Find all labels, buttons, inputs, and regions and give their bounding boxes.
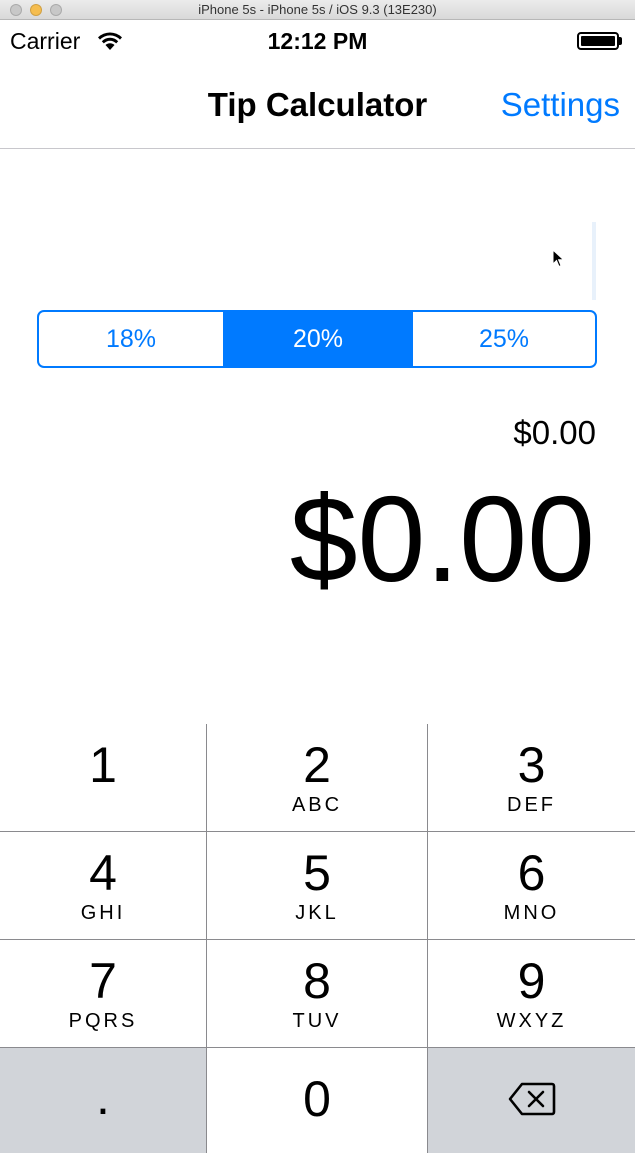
- tip-segment-18[interactable]: 18%: [39, 312, 223, 366]
- mouse-pointer-icon: [552, 249, 565, 268]
- key-letters: GHI: [80, 902, 126, 924]
- key-digit: 4: [89, 845, 117, 901]
- key-letters: PQRS: [68, 1010, 138, 1032]
- status-bar: Carrier 12:12 PM: [0, 20, 635, 62]
- total-amount-label: $0.00: [289, 471, 595, 607]
- key-digit: 8: [303, 953, 331, 1009]
- key-6[interactable]: 6 MNO: [428, 832, 635, 940]
- navigation-bar: Tip Calculator Settings: [0, 62, 635, 149]
- bill-amount-field[interactable]: [38, 222, 598, 302]
- status-time: 12:12 PM: [267, 28, 368, 54]
- battery-icon: [577, 32, 623, 50]
- key-9[interactable]: 9 WXYZ: [428, 940, 635, 1048]
- tip-amount-label: $0.00: [513, 414, 596, 451]
- tip-segment-25[interactable]: 25%: [411, 312, 595, 366]
- key-digit: 3: [517, 737, 546, 793]
- key-digit: 7: [89, 953, 117, 1009]
- key-digit: 0: [303, 1070, 331, 1127]
- key-delete[interactable]: [428, 1048, 635, 1153]
- key-digit: 1: [89, 737, 117, 793]
- key-5[interactable]: 5 JKL: [207, 832, 428, 940]
- key-letters: MNO: [503, 902, 560, 924]
- key-digit: 6: [517, 845, 546, 901]
- backspace-icon: [508, 1082, 555, 1115]
- settings-button[interactable]: Settings: [501, 86, 620, 124]
- numeric-keypad: 1 2 ABC 3 DEF 4 GHI 5 JKL 6 MNO 7 PQRS 8…: [0, 724, 635, 1153]
- key-letters: ABC: [291, 794, 343, 816]
- key-2[interactable]: 2 ABC: [207, 724, 428, 832]
- key-decimal[interactable]: .: [0, 1048, 207, 1153]
- key-letters: JKL: [295, 902, 339, 924]
- tip-segment-20[interactable]: 20%: [223, 312, 411, 366]
- text-caret: [592, 222, 596, 300]
- key-decimal-label: .: [96, 1068, 110, 1125]
- key-3[interactable]: 3 DEF: [428, 724, 635, 832]
- key-7[interactable]: 7 PQRS: [0, 940, 207, 1048]
- key-0[interactable]: 0: [207, 1048, 428, 1153]
- key-digit: 9: [517, 953, 546, 1009]
- simulator-title-bar: iPhone 5s - iPhone 5s / iOS 9.3 (13E230): [0, 0, 635, 20]
- key-digit: 2: [303, 737, 331, 793]
- key-8[interactable]: 8 TUV: [207, 940, 428, 1048]
- key-letters: WXYZ: [496, 1010, 567, 1032]
- key-letters: DEF: [507, 794, 556, 816]
- key-digit: 5: [303, 845, 331, 901]
- key-letters: TUV: [292, 1010, 342, 1032]
- tip-percentage-control: 18% 20% 25%: [37, 310, 597, 368]
- key-4[interactable]: 4 GHI: [0, 832, 207, 940]
- simulator-window-title: iPhone 5s - iPhone 5s / iOS 9.3 (13E230): [198, 2, 437, 17]
- key-1[interactable]: 1: [0, 724, 207, 832]
